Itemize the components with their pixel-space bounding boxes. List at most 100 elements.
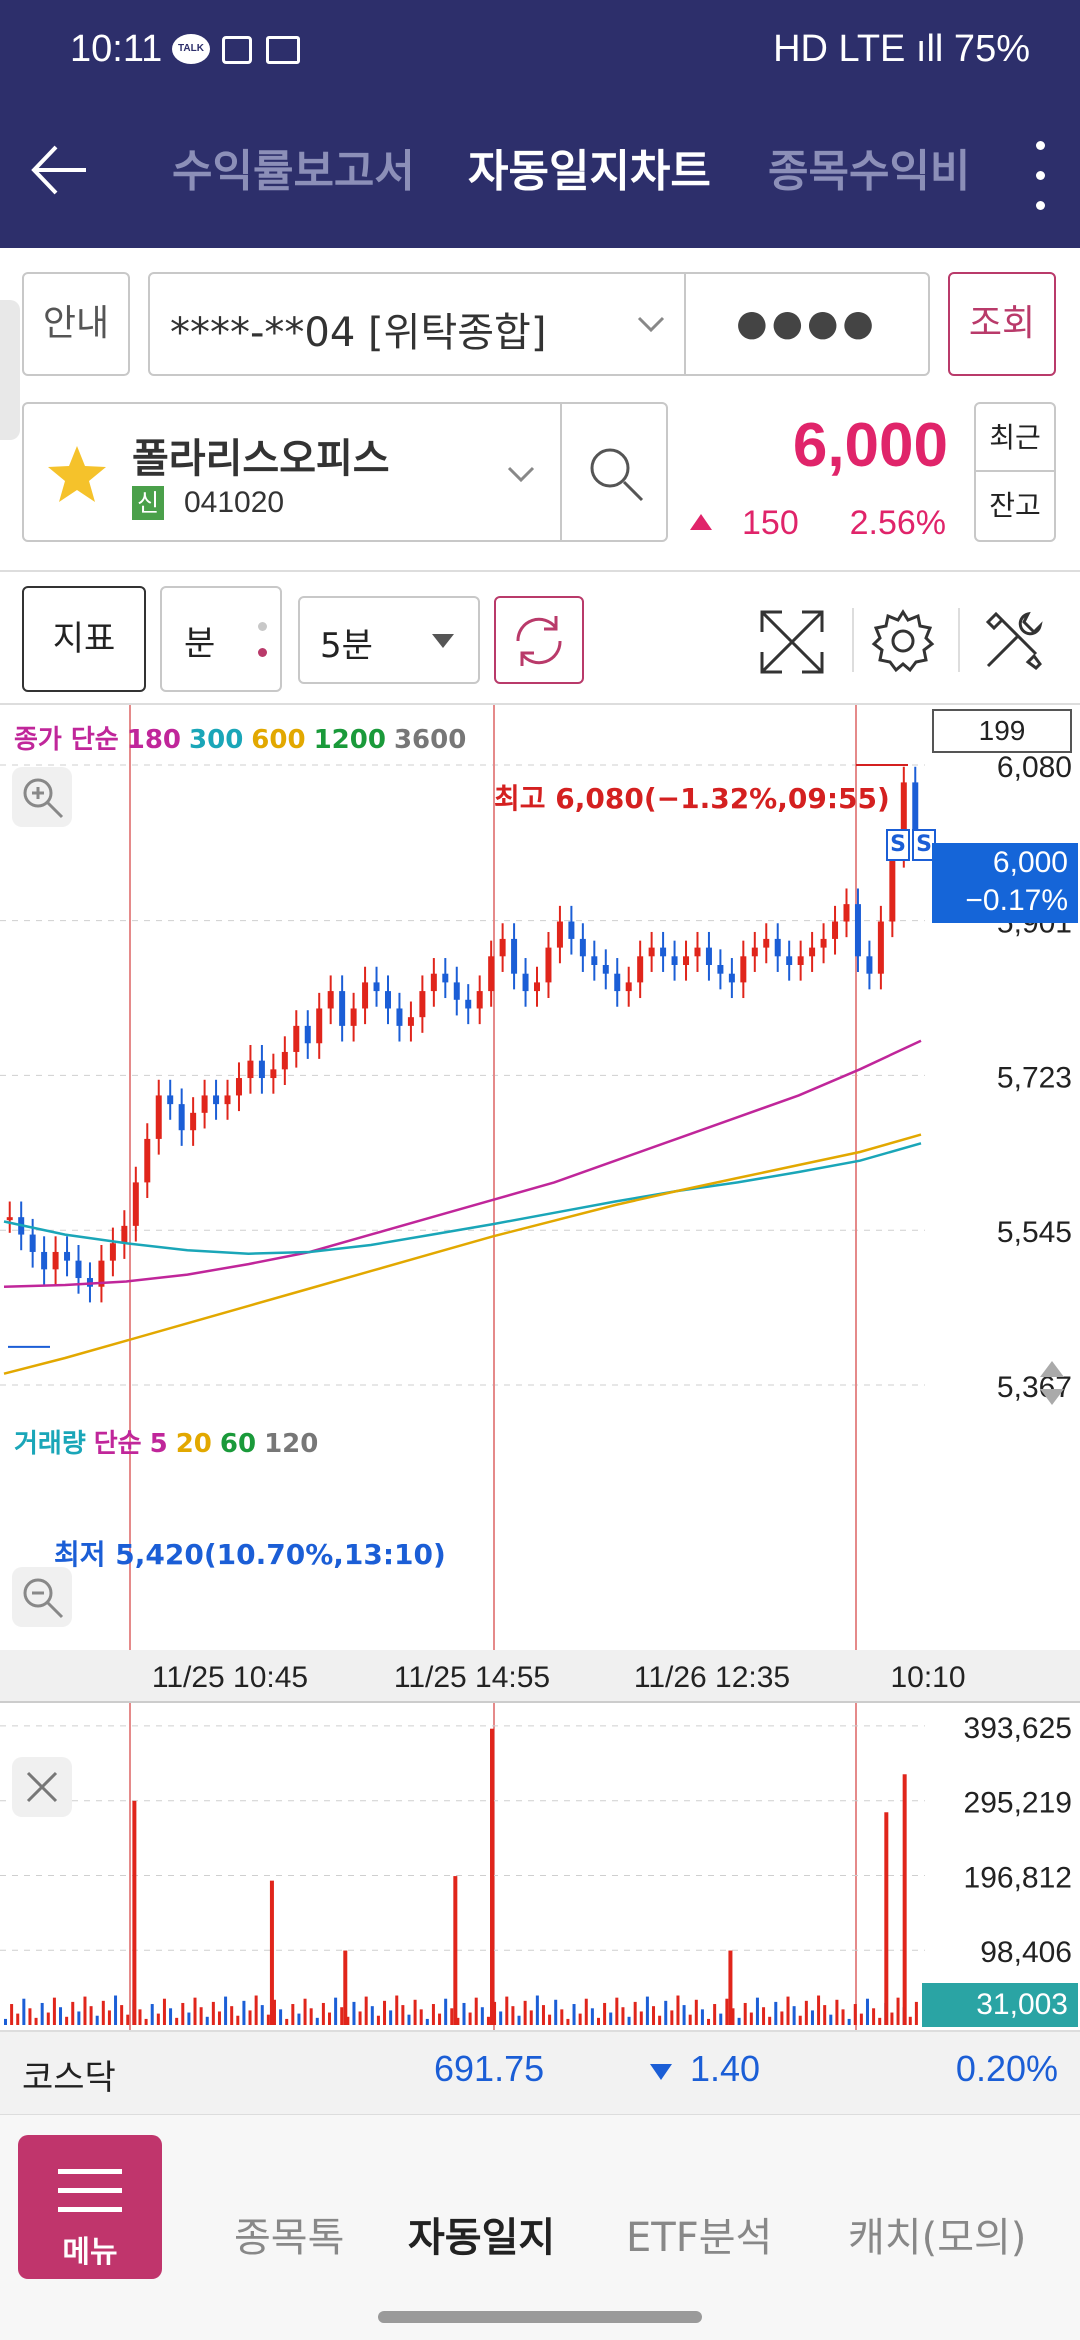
stock-tag-badge: 신 <box>132 486 164 520</box>
volume-legend-item: 거래량 <box>14 1429 86 1459</box>
kosdaq-name: 코스닥 <box>22 2058 116 2098</box>
price-chart-panel[interactable]: 6,080 5,901 5,723 5,545 5,367 11/25 10:45 11/2… <box>0 705 1080 2030</box>
volume-bar <box>4 2018 7 2025</box>
volume-bar <box>468 2012 472 2025</box>
volume-bar <box>297 2013 301 2025</box>
volume-bar <box>120 2005 124 2025</box>
fullscreen-expand-icon[interactable] <box>756 606 828 678</box>
volume-bar <box>621 2007 625 2025</box>
menu-button[interactable]: 메뉴 <box>18 2135 162 2279</box>
volume-bar <box>358 2011 362 2025</box>
volume-tick-label: 98,406 <box>980 1936 1072 1969</box>
volume-bar <box>737 2017 741 2025</box>
volume-bar <box>707 2018 711 2025</box>
volume-bar <box>10 2004 14 2025</box>
recent-label[interactable]: 최근 <box>976 404 1054 472</box>
candle-body <box>109 1243 116 1261</box>
dot-indicator-icon <box>258 648 267 657</box>
candle-body <box>556 921 563 948</box>
indicator-button[interactable]: 지표 <box>22 586 146 692</box>
volume-bar <box>370 2006 374 2025</box>
query-label: 조회 <box>968 303 1036 344</box>
password-field[interactable]: ●●●● <box>684 272 930 376</box>
scroll-arrows-icon[interactable] <box>1036 1105 1072 1159</box>
candle-body <box>407 1017 414 1026</box>
refresh-button[interactable] <box>494 596 584 684</box>
guide-button[interactable]: 안내 <box>22 272 130 376</box>
volume-bar <box>126 2014 130 2025</box>
zoom-in-icon[interactable] <box>12 767 72 827</box>
volume-bar <box>688 2014 692 2025</box>
side-drawer-handle[interactable] <box>0 300 20 440</box>
volume-spike <box>453 1876 458 2025</box>
hamburger-menu-icon <box>58 2169 122 2213</box>
tab-auto-journal-chart[interactable]: 자동일지차트 <box>468 135 711 199</box>
more-options-icon[interactable] <box>1020 133 1060 223</box>
volume-bar <box>798 2015 802 2025</box>
volume-bar <box>205 2016 209 2025</box>
volume-spike <box>343 1950 348 2025</box>
stock-search-button[interactable] <box>560 402 668 542</box>
nav-stock-talk[interactable]: 종목톡 <box>234 2205 344 2263</box>
candle-body <box>797 956 804 965</box>
back-arrow-icon[interactable] <box>26 135 96 205</box>
volume-bar <box>309 2008 313 2025</box>
balance-label[interactable]: 잔고 <box>976 472 1054 540</box>
volume-bar <box>450 2008 454 2025</box>
candle-body <box>293 1025 300 1052</box>
volume-bar <box>340 2007 344 2025</box>
candle-body <box>213 1095 220 1105</box>
x-tick-label: 11/26 12:35 <box>634 1661 790 1694</box>
favorite-star-icon[interactable] <box>44 442 110 508</box>
volume-bar <box>762 2007 766 2025</box>
volume-legend: 거래량 단순 5 20 60 120 <box>14 1423 326 1460</box>
nav-auto-journal[interactable]: 자동일지 <box>408 2205 555 2263</box>
nav-catch-mock[interactable]: 캐치(모의) <box>848 2205 1026 2263</box>
indicator-label: 지표 <box>52 619 116 659</box>
candle-body <box>29 1234 36 1252</box>
account-select[interactable]: ****-**04 [위탁종합] <box>148 272 686 376</box>
candle-body <box>167 1095 174 1105</box>
candle-body <box>201 1095 208 1113</box>
gesture-bar <box>378 2311 702 2323</box>
volume-bar <box>40 2002 44 2025</box>
ma-line-180 <box>3 1039 922 1288</box>
volume-bar <box>535 1995 539 2025</box>
volume-bar <box>285 2018 289 2025</box>
volume-bar <box>774 2001 778 2025</box>
stock-selector[interactable]: 폴라리스오피스 신 041020 <box>22 402 562 542</box>
candle-body <box>648 947 655 957</box>
candle-body <box>121 1225 128 1244</box>
volume-legend-item: 20 <box>175 1429 212 1459</box>
tab-stock-return[interactable]: 종목수익비 <box>768 135 968 199</box>
volume-bar <box>474 1997 478 2025</box>
zoom-out-icon[interactable] <box>12 1567 72 1627</box>
legend-item: 3600 <box>393 725 467 755</box>
candle-body <box>866 956 873 974</box>
close-volume-icon[interactable] <box>12 1757 72 1817</box>
query-button[interactable]: 조회 <box>948 272 1056 376</box>
volume-bar <box>352 2001 356 2025</box>
nav-etf-analysis[interactable]: ETF분석 <box>626 2205 772 2263</box>
volume-bar <box>334 1997 338 2025</box>
volume-bar <box>560 2009 564 2025</box>
tab-return-report[interactable]: 수익률보고서 <box>172 135 415 199</box>
kosdaq-index-bar[interactable]: 코스닥 691.75 1.40 0.20% <box>0 2030 1080 2114</box>
volume-bar <box>181 2002 185 2025</box>
volume-bar <box>114 1995 118 2025</box>
volume-bar <box>260 2005 264 2025</box>
volume-bar <box>224 1996 228 2025</box>
volume-bar <box>407 2014 411 2025</box>
recent-balance-toggle[interactable]: 최근 잔고 <box>974 402 1056 542</box>
password-value: ●●●● <box>736 303 878 344</box>
price-chart-svg[interactable]: 6,0805,9015,7235,5455,36711/25 10:45 11/2… <box>0 705 1080 2030</box>
minute-toggle[interactable]: 분 <box>160 586 282 692</box>
tools-icon[interactable] <box>978 606 1048 676</box>
volume-bar <box>670 2010 674 2025</box>
settings-gear-icon[interactable] <box>868 606 938 676</box>
candle-body <box>820 938 827 948</box>
candle-body <box>568 921 575 939</box>
volume-current-value: 31,003 <box>976 1988 1068 2021</box>
interval-select[interactable]: 5분 <box>298 596 480 684</box>
volume-bar <box>694 1999 698 2025</box>
